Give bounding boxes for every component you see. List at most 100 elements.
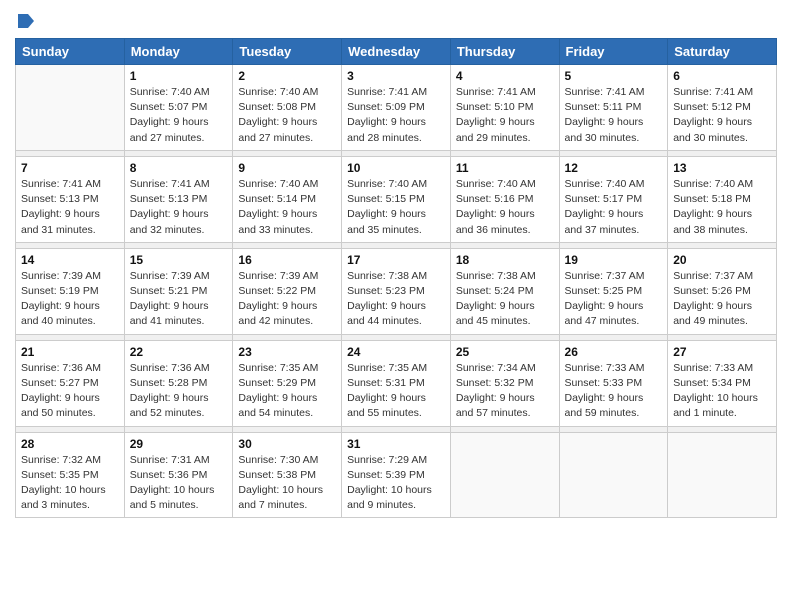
weekday-header-wednesday: Wednesday xyxy=(342,39,451,65)
calendar-cell-week0-day5: 5 Sunrise: 7:41 AMSunset: 5:11 PMDaylight… xyxy=(559,65,668,151)
day-info: Sunrise: 7:41 AMSunset: 5:12 PMDaylight:… xyxy=(673,85,771,146)
page-header xyxy=(15,10,777,30)
day-number: 15 xyxy=(130,253,228,267)
calendar-cell-week3-day4: 25 Sunrise: 7:34 AMSunset: 5:32 PMDayligh… xyxy=(450,340,559,426)
calendar-cell-week3-day1: 22Sunrise: 7:36 AMSunset: 5:28 PMDayligh… xyxy=(124,340,233,426)
day-info: Sunrise: 7:39 AMSunset: 5:21 PMDaylight:… xyxy=(130,269,228,330)
calendar-cell-week4-day2: 30 Sunrise: 7:30 AMSunset: 5:38 PMDayligh… xyxy=(233,432,342,518)
day-info: Sunrise: 7:41 AMSunset: 5:09 PMDaylight:… xyxy=(347,85,445,146)
calendar-cell-week4-day3: 31Sunrise: 7:29 AMSunset: 5:39 PMDayligh… xyxy=(342,432,451,518)
calendar-cell-week2-day6: 20 Sunrise: 7:37 AMSunset: 5:26 PMDayligh… xyxy=(668,248,777,334)
day-info: Sunrise: 7:29 AMSunset: 5:39 PMDaylight:… xyxy=(347,453,445,514)
day-info: Sunrise: 7:40 AMSunset: 5:15 PMDaylight:… xyxy=(347,177,445,238)
day-info: Sunrise: 7:33 AMSunset: 5:33 PMDaylight:… xyxy=(565,361,663,422)
day-number: 26 xyxy=(565,345,663,359)
day-info: Sunrise: 7:34 AMSunset: 5:32 PMDaylight:… xyxy=(456,361,554,422)
day-info: Sunrise: 7:40 AMSunset: 5:08 PMDaylight:… xyxy=(238,85,336,146)
calendar-cell-week0-day6: 6 Sunrise: 7:41 AMSunset: 5:12 PMDaylight… xyxy=(668,65,777,151)
weekday-header-friday: Friday xyxy=(559,39,668,65)
day-info: Sunrise: 7:32 AMSunset: 5:35 PMDaylight:… xyxy=(21,453,119,514)
day-number: 4 xyxy=(456,69,554,83)
day-number: 3 xyxy=(347,69,445,83)
day-number: 24 xyxy=(347,345,445,359)
calendar-cell-week4-day6 xyxy=(668,432,777,518)
weekday-header-saturday: Saturday xyxy=(668,39,777,65)
calendar-cell-week4-day4 xyxy=(450,432,559,518)
day-number: 23 xyxy=(238,345,336,359)
calendar-cell-week2-day4: 18 Sunrise: 7:38 AMSunset: 5:24 PMDayligh… xyxy=(450,248,559,334)
day-number: 9 xyxy=(238,161,336,175)
day-info: Sunrise: 7:33 AMSunset: 5:34 PMDaylight:… xyxy=(673,361,771,422)
calendar-cell-week3-day5: 26 Sunrise: 7:33 AMSunset: 5:33 PMDayligh… xyxy=(559,340,668,426)
day-info: Sunrise: 7:39 AMSunset: 5:19 PMDaylight:… xyxy=(21,269,119,330)
calendar-cell-week3-day6: 27 Sunrise: 7:33 AMSunset: 5:34 PMDayligh… xyxy=(668,340,777,426)
calendar-cell-week4-day0: 28 Sunrise: 7:32 AMSunset: 5:35 PMDayligh… xyxy=(16,432,125,518)
calendar-cell-week4-day5 xyxy=(559,432,668,518)
day-number: 16 xyxy=(238,253,336,267)
day-number: 8 xyxy=(130,161,228,175)
day-number: 21 xyxy=(21,345,119,359)
day-number: 14 xyxy=(21,253,119,267)
weekday-header-sunday: Sunday xyxy=(16,39,125,65)
weekday-header-tuesday: Tuesday xyxy=(233,39,342,65)
day-number: 30 xyxy=(238,437,336,451)
day-info: Sunrise: 7:37 AMSunset: 5:26 PMDaylight:… xyxy=(673,269,771,330)
calendar-cell-week1-day1: 8 Sunrise: 7:41 AMSunset: 5:13 PMDaylight… xyxy=(124,156,233,242)
day-number: 18 xyxy=(456,253,554,267)
day-info: Sunrise: 7:36 AMSunset: 5:27 PMDaylight:… xyxy=(21,361,119,422)
day-number: 2 xyxy=(238,69,336,83)
day-info: Sunrise: 7:40 AMSunset: 5:16 PMDaylight:… xyxy=(456,177,554,238)
day-number: 11 xyxy=(456,161,554,175)
calendar-week-row-4: 28 Sunrise: 7:32 AMSunset: 5:35 PMDayligh… xyxy=(16,432,777,518)
calendar-cell-week0-day3: 3 Sunrise: 7:41 AMSunset: 5:09 PMDaylight… xyxy=(342,65,451,151)
calendar-cell-week0-day0 xyxy=(16,65,125,151)
day-info: Sunrise: 7:38 AMSunset: 5:24 PMDaylight:… xyxy=(456,269,554,330)
calendar-week-row-0: 1Sunrise: 7:40 AMSunset: 5:07 PMDaylight… xyxy=(16,65,777,151)
logo-icon xyxy=(16,12,34,30)
day-number: 25 xyxy=(456,345,554,359)
day-number: 17 xyxy=(347,253,445,267)
day-info: Sunrise: 7:40 AMSunset: 5:14 PMDaylight:… xyxy=(238,177,336,238)
day-info: Sunrise: 7:35 AMSunset: 5:31 PMDaylight:… xyxy=(347,361,445,422)
day-info: Sunrise: 7:41 AMSunset: 5:11 PMDaylight:… xyxy=(565,85,663,146)
day-number: 27 xyxy=(673,345,771,359)
calendar-cell-week0-day2: 2 Sunrise: 7:40 AMSunset: 5:08 PMDaylight… xyxy=(233,65,342,151)
day-number: 6 xyxy=(673,69,771,83)
day-number: 13 xyxy=(673,161,771,175)
calendar-week-row-1: 7Sunrise: 7:41 AMSunset: 5:13 PMDaylight… xyxy=(16,156,777,242)
day-info: Sunrise: 7:30 AMSunset: 5:38 PMDaylight:… xyxy=(238,453,336,514)
calendar-cell-week2-day1: 15 Sunrise: 7:39 AMSunset: 5:21 PMDayligh… xyxy=(124,248,233,334)
calendar-cell-week3-day0: 21 Sunrise: 7:36 AMSunset: 5:27 PMDayligh… xyxy=(16,340,125,426)
day-number: 5 xyxy=(565,69,663,83)
calendar-cell-week3-day3: 24 Sunrise: 7:35 AMSunset: 5:31 PMDayligh… xyxy=(342,340,451,426)
day-number: 1 xyxy=(130,69,228,83)
calendar-week-row-2: 14 Sunrise: 7:39 AMSunset: 5:19 PMDayligh… xyxy=(16,248,777,334)
day-number: 28 xyxy=(21,437,119,451)
day-number: 29 xyxy=(130,437,228,451)
logo xyxy=(15,10,34,30)
day-info: Sunrise: 7:31 AMSunset: 5:36 PMDaylight:… xyxy=(130,453,228,514)
day-number: 10 xyxy=(347,161,445,175)
day-number: 19 xyxy=(565,253,663,267)
weekday-header-monday: Monday xyxy=(124,39,233,65)
calendar-cell-week3-day2: 23Sunrise: 7:35 AMSunset: 5:29 PMDayligh… xyxy=(233,340,342,426)
day-number: 12 xyxy=(565,161,663,175)
calendar-cell-week1-day2: 9 Sunrise: 7:40 AMSunset: 5:14 PMDaylight… xyxy=(233,156,342,242)
day-info: Sunrise: 7:41 AMSunset: 5:10 PMDaylight:… xyxy=(456,85,554,146)
day-info: Sunrise: 7:39 AMSunset: 5:22 PMDaylight:… xyxy=(238,269,336,330)
calendar-table: SundayMondayTuesdayWednesdayThursdayFrid… xyxy=(15,38,777,518)
calendar-cell-week1-day5: 12 Sunrise: 7:40 AMSunset: 5:17 PMDayligh… xyxy=(559,156,668,242)
calendar-cell-week4-day1: 29 Sunrise: 7:31 AMSunset: 5:36 PMDayligh… xyxy=(124,432,233,518)
calendar-cell-week2-day5: 19Sunrise: 7:37 AMSunset: 5:25 PMDayligh… xyxy=(559,248,668,334)
calendar-cell-week0-day4: 4 Sunrise: 7:41 AMSunset: 5:10 PMDaylight… xyxy=(450,65,559,151)
calendar-cell-week1-day6: 13 Sunrise: 7:40 AMSunset: 5:18 PMDayligh… xyxy=(668,156,777,242)
calendar-cell-week0-day1: 1Sunrise: 7:40 AMSunset: 5:07 PMDaylight… xyxy=(124,65,233,151)
day-info: Sunrise: 7:38 AMSunset: 5:23 PMDaylight:… xyxy=(347,269,445,330)
day-info: Sunrise: 7:40 AMSunset: 5:17 PMDaylight:… xyxy=(565,177,663,238)
day-info: Sunrise: 7:36 AMSunset: 5:28 PMDaylight:… xyxy=(130,361,228,422)
calendar-cell-week1-day4: 11 Sunrise: 7:40 AMSunset: 5:16 PMDayligh… xyxy=(450,156,559,242)
calendar-cell-week2-day0: 14 Sunrise: 7:39 AMSunset: 5:19 PMDayligh… xyxy=(16,248,125,334)
day-info: Sunrise: 7:40 AMSunset: 5:18 PMDaylight:… xyxy=(673,177,771,238)
day-number: 20 xyxy=(673,253,771,267)
day-info: Sunrise: 7:41 AMSunset: 5:13 PMDaylight:… xyxy=(130,177,228,238)
